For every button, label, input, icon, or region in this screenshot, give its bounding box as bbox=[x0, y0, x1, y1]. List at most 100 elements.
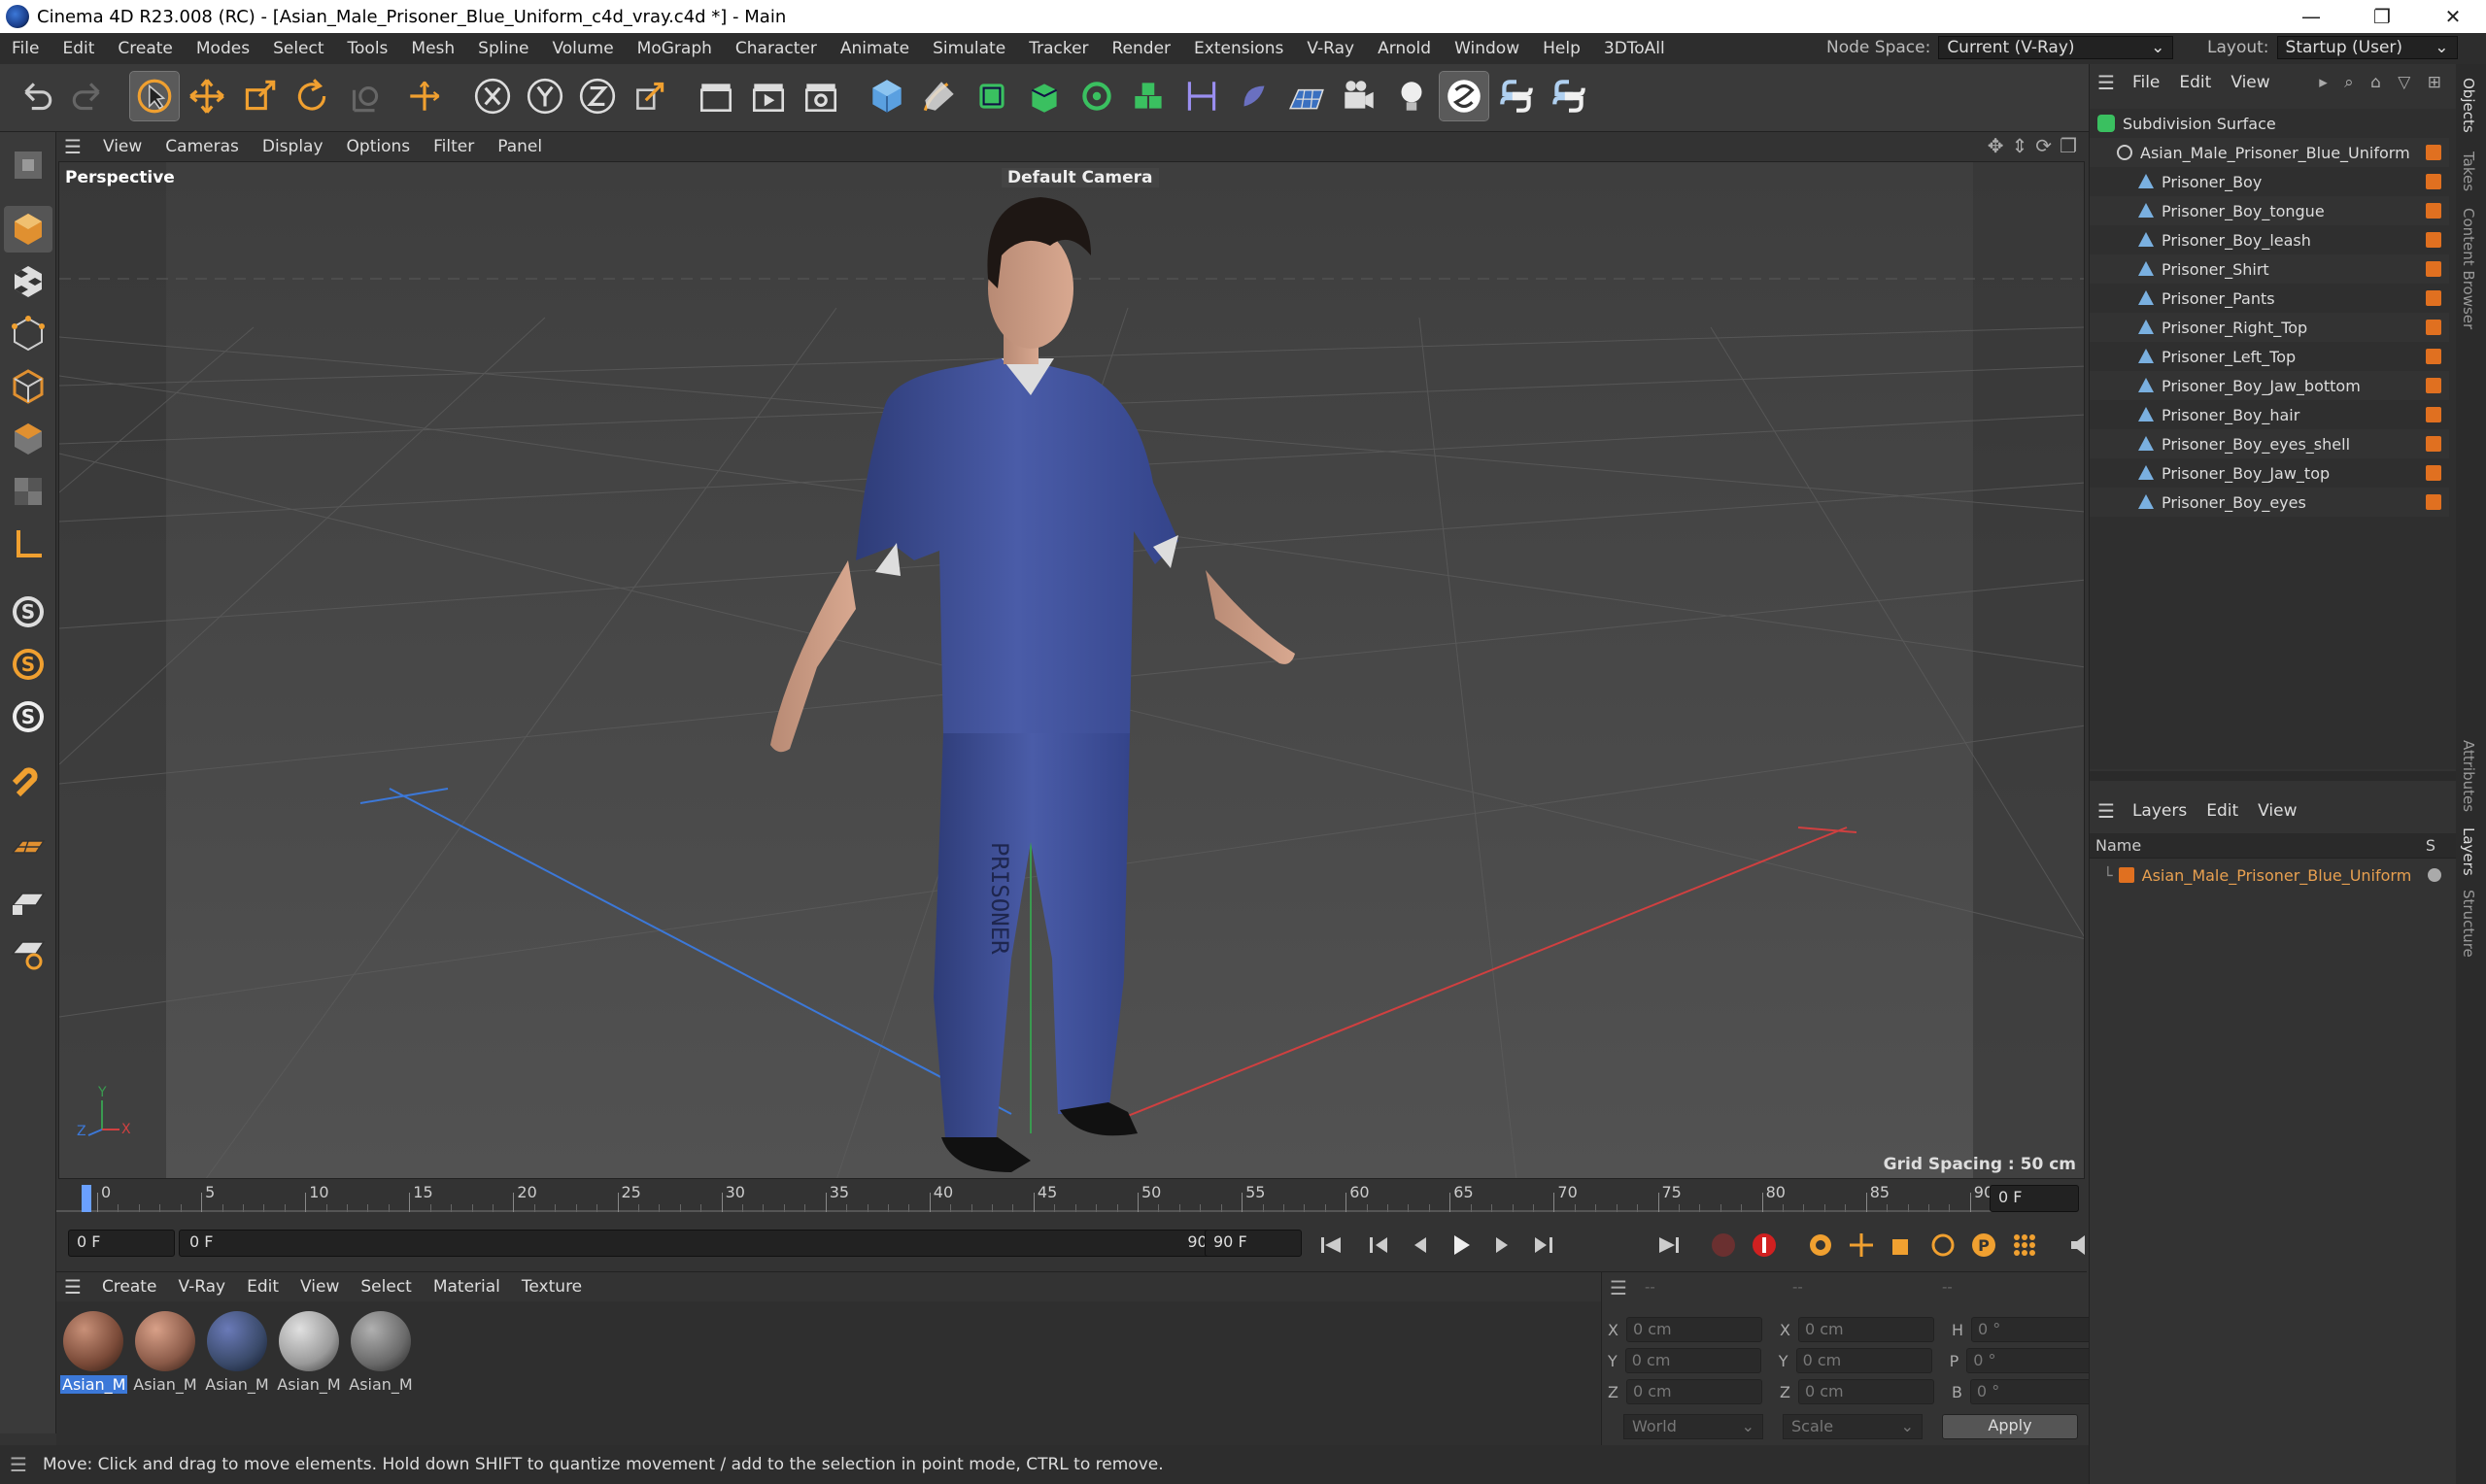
pen-spline-button[interactable] bbox=[915, 72, 964, 120]
hamburger-icon[interactable]: ☰ bbox=[1610, 1276, 1627, 1299]
layer-row[interactable]: └ Asian_Male_Prisoner_Blue_Uniform bbox=[2090, 860, 2449, 890]
menu-mograph[interactable]: MoGraph bbox=[626, 39, 724, 58]
object-row[interactable]: Prisoner_Boy_eyes_shell bbox=[2090, 429, 2449, 458]
subdivision-surface-button[interactable] bbox=[968, 72, 1016, 120]
scale-mode-dropdown[interactable]: Scale ⌄ bbox=[1783, 1414, 1923, 1439]
layer-color-tag[interactable] bbox=[2426, 290, 2441, 306]
cube-object-button[interactable] bbox=[863, 72, 911, 120]
points-mode-button[interactable] bbox=[4, 311, 52, 357]
menu-simulate[interactable]: Simulate bbox=[921, 39, 1017, 58]
object-row[interactable]: Prisoner_Right_Top bbox=[2090, 313, 2449, 342]
make-editable-button[interactable] bbox=[4, 142, 52, 188]
end-frame-field[interactable]: 90 F bbox=[1205, 1230, 1302, 1257]
tab-layers[interactable]: Layers bbox=[2460, 827, 2477, 876]
record-keys-button[interactable] bbox=[1704, 1228, 1743, 1263]
play-button[interactable] bbox=[1442, 1228, 1481, 1263]
next-frame-button[interactable] bbox=[1482, 1228, 1521, 1263]
close-button[interactable]: ✕ bbox=[2420, 0, 2486, 33]
uv-mode-button[interactable] bbox=[4, 468, 52, 515]
size-y-field[interactable]: 0 cm bbox=[1795, 1348, 1932, 1373]
size-z-field[interactable]: 0 cm bbox=[1797, 1379, 1934, 1404]
workplane-button[interactable] bbox=[4, 824, 52, 870]
menu-select[interactable]: Select bbox=[261, 39, 335, 58]
model-mode-button[interactable] bbox=[4, 206, 52, 253]
snap-settings-button[interactable]: S bbox=[4, 641, 52, 688]
auto-keying-button[interactable] bbox=[1745, 1228, 1784, 1263]
previous-key-button[interactable] bbox=[1360, 1228, 1399, 1263]
object-row[interactable]: Prisoner_Boy_leash bbox=[2090, 225, 2449, 254]
frame-range-slider[interactable]: 0 F 90 F bbox=[179, 1230, 1232, 1257]
object-row[interactable]: Subdivision Surface bbox=[2090, 109, 2449, 138]
menu-vray[interactable]: V-Ray bbox=[1295, 39, 1366, 58]
go-to-end-button[interactable] bbox=[1650, 1228, 1688, 1263]
planar-workplane-button[interactable] bbox=[4, 928, 52, 975]
tab-takes[interactable]: Takes bbox=[2460, 152, 2477, 191]
create-null-button[interactable] bbox=[400, 72, 449, 120]
object-row[interactable]: Prisoner_Shirt bbox=[2090, 254, 2449, 284]
apply-button[interactable]: Apply bbox=[1942, 1414, 2078, 1439]
object-row[interactable]: Prisoner_Pants bbox=[2090, 284, 2449, 313]
viewport-zoom-icon[interactable]: ⇕ bbox=[2012, 134, 2028, 157]
python-script-button[interactable] bbox=[1492, 72, 1541, 120]
position-z-field[interactable]: 0 cm bbox=[1625, 1379, 1762, 1404]
material-swatch[interactable]: Asian_M bbox=[348, 1311, 414, 1394]
position-y-field[interactable]: 0 cm bbox=[1624, 1348, 1761, 1373]
lock-y-button[interactable] bbox=[521, 72, 569, 120]
rotation-p-field[interactable]: 0 ° bbox=[1966, 1348, 2094, 1373]
object-row[interactable]: Prisoner_Boy_Jaw_bottom bbox=[2090, 371, 2449, 400]
mograph-button[interactable] bbox=[1125, 72, 1174, 120]
layers-menu-view[interactable]: View bbox=[2248, 801, 2306, 821]
viewport-menu-cameras[interactable]: Cameras bbox=[153, 137, 251, 156]
snap-button[interactable]: S bbox=[4, 589, 52, 635]
size-x-field[interactable]: 0 cm bbox=[1797, 1317, 1934, 1342]
deformer-button[interactable] bbox=[1177, 72, 1226, 120]
viewport-menu-panel[interactable]: Panel bbox=[486, 137, 554, 156]
object-row[interactable]: Prisoner_Left_Top bbox=[2090, 342, 2449, 371]
menu-help[interactable]: Help bbox=[1531, 39, 1592, 58]
tab-content-browser[interactable]: Content Browser bbox=[2460, 208, 2477, 329]
menu-extensions[interactable]: Extensions bbox=[1182, 39, 1295, 58]
live-selection-button[interactable] bbox=[129, 71, 180, 121]
menu-3dtoall[interactable]: 3DToAll bbox=[1592, 39, 1677, 58]
go-to-start-button[interactable] bbox=[1311, 1228, 1350, 1263]
polygons-mode-button[interactable] bbox=[4, 416, 52, 462]
objects-menu-file[interactable]: File bbox=[2123, 73, 2169, 92]
redo-button[interactable] bbox=[64, 72, 113, 120]
material-menu-edit[interactable]: Edit bbox=[236, 1277, 289, 1297]
layout-dropdown[interactable]: Startup (User) ⌄ bbox=[2276, 36, 2458, 59]
viewport-layout-icon[interactable]: ❐ bbox=[2060, 134, 2077, 157]
tab-objects[interactable]: Objects bbox=[2460, 78, 2477, 133]
layer-color-tag[interactable] bbox=[2426, 407, 2441, 422]
tab-structure[interactable]: Structure bbox=[2460, 890, 2477, 958]
tweak-mode-button[interactable] bbox=[4, 761, 52, 808]
previous-frame-button[interactable] bbox=[1401, 1228, 1440, 1263]
tab-attributes[interactable]: Attributes bbox=[2460, 740, 2477, 812]
field-button[interactable] bbox=[1230, 72, 1278, 120]
floor-button[interactable] bbox=[1282, 72, 1331, 120]
coordinate-space-dropdown[interactable]: World ⌄ bbox=[1623, 1414, 1763, 1439]
menu-character[interactable]: Character bbox=[724, 39, 829, 58]
vray-button[interactable] bbox=[1439, 71, 1489, 121]
objects-menu-edit[interactable]: Edit bbox=[2169, 73, 2221, 92]
viewport-menu-display[interactable]: Display bbox=[251, 137, 335, 156]
axis-mode-button[interactable] bbox=[4, 521, 52, 567]
key-scale-button[interactable] bbox=[1883, 1228, 1922, 1263]
object-row[interactable]: Asian_Male_Prisoner_Blue_Uniform bbox=[2090, 138, 2449, 167]
layer-color-tag[interactable] bbox=[2426, 174, 2441, 189]
render-to-picture-viewer-button[interactable] bbox=[744, 72, 793, 120]
layer-color-tag[interactable] bbox=[2426, 232, 2441, 248]
keyframe-selection-button[interactable] bbox=[1801, 1228, 1840, 1263]
menu-volume[interactable]: Volume bbox=[540, 39, 625, 58]
key-rotation-button[interactable] bbox=[1924, 1228, 1962, 1263]
viewport-rotate-icon[interactable]: ⟳ bbox=[2035, 134, 2052, 157]
python-script-2-button[interactable] bbox=[1545, 72, 1593, 120]
texture-mode-button[interactable] bbox=[4, 258, 52, 305]
hamburger-icon[interactable]: ☰ bbox=[56, 1275, 91, 1298]
menu-window[interactable]: Window bbox=[1443, 39, 1531, 58]
key-position-button[interactable] bbox=[1842, 1228, 1881, 1263]
coordinate-system-button[interactable] bbox=[626, 72, 674, 120]
object-row[interactable]: Prisoner_Boy_Jaw_top bbox=[2090, 458, 2449, 488]
cloner-button[interactable] bbox=[1073, 72, 1121, 120]
timeline-ruler[interactable]: 0 5 10 15 20 25 30 35 40 45 50 55 60 65 70 75 80 85 90 0 F bbox=[56, 1179, 2087, 1218]
menu-tracker[interactable]: Tracker bbox=[1017, 39, 1100, 58]
